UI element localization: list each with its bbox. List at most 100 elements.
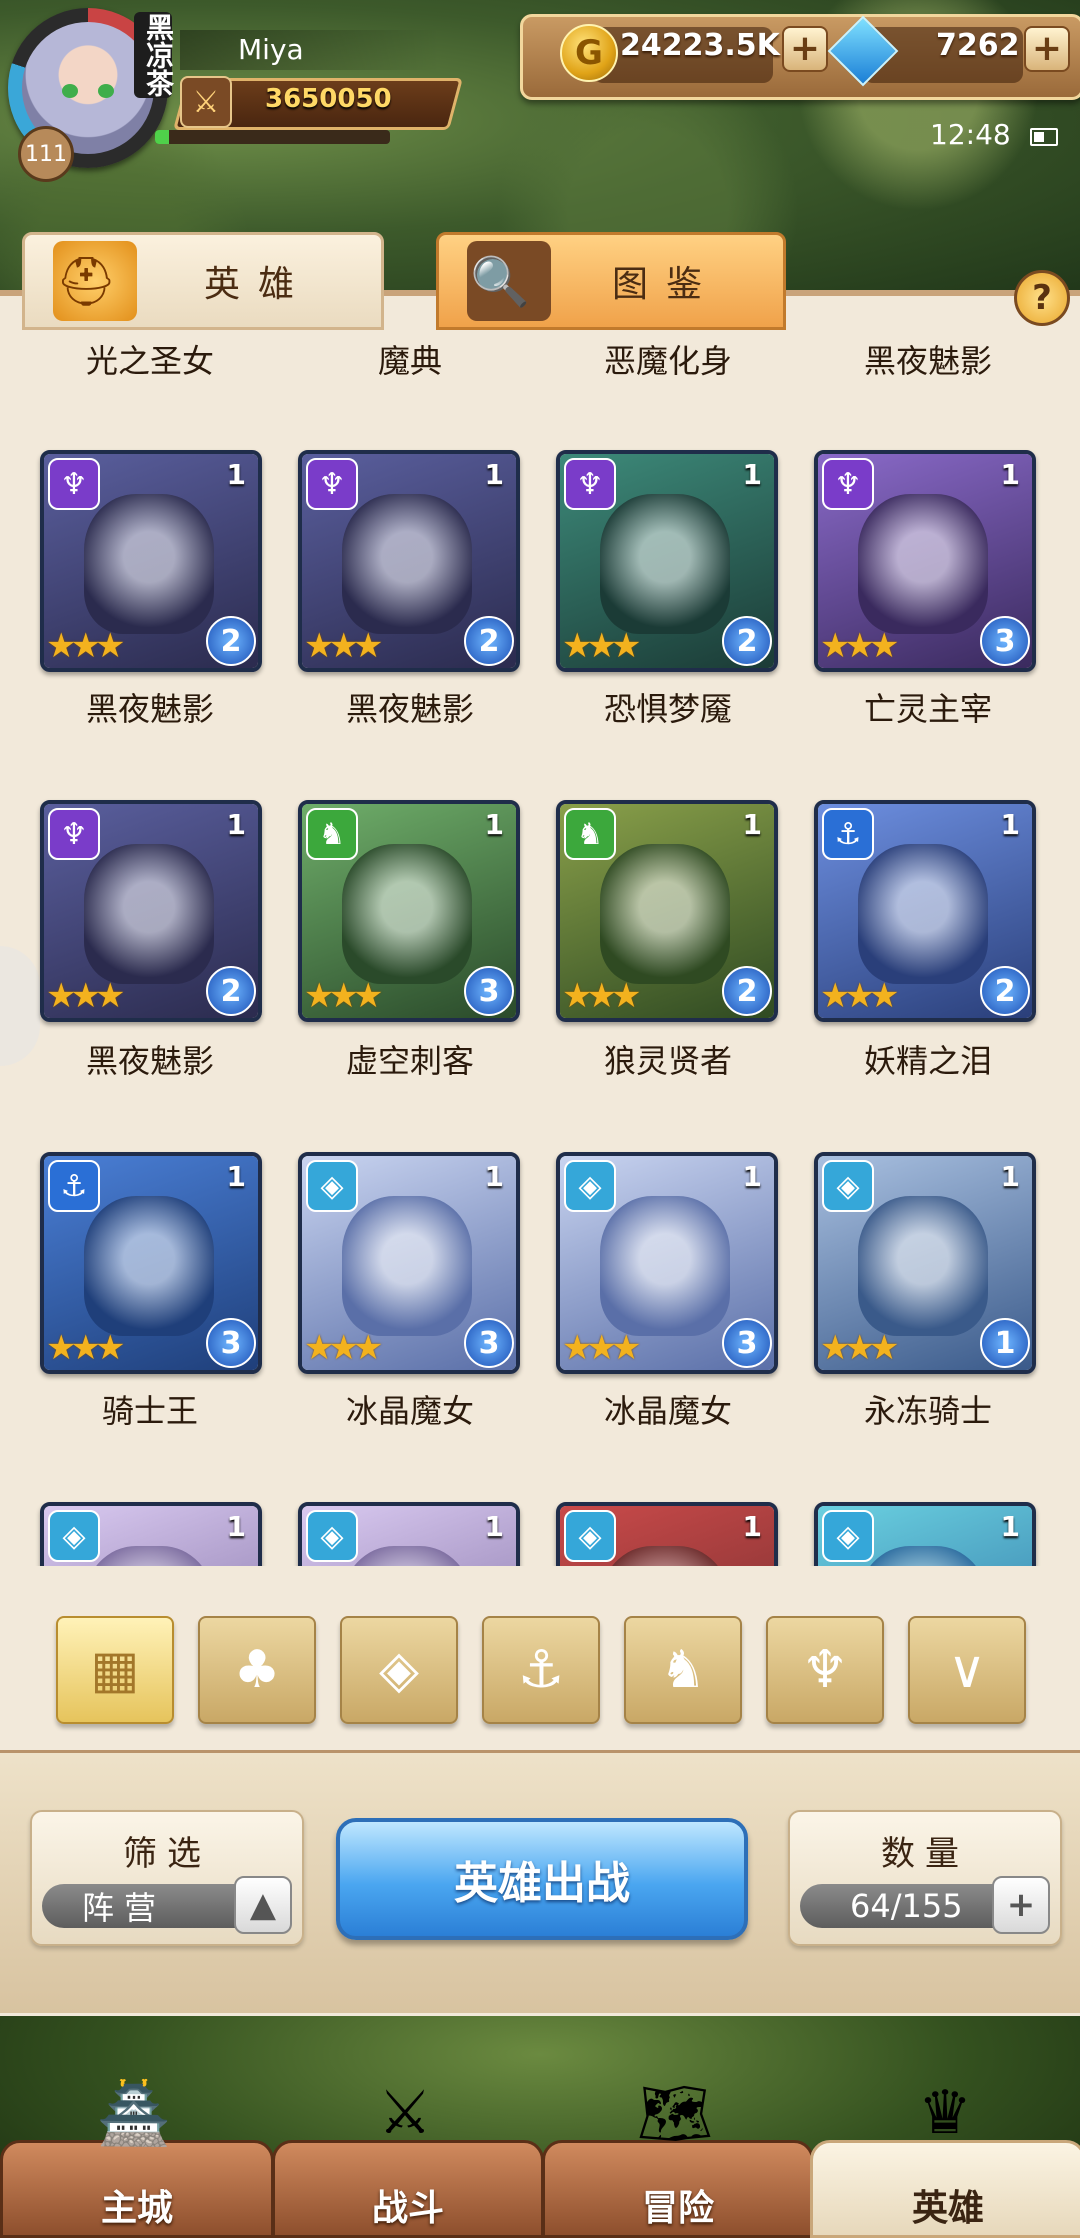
- hero-card[interactable]: ♞ 1 ★★★ 2: [556, 800, 778, 1022]
- hero-count: 1: [1000, 808, 1020, 841]
- help-button[interactable]: ?: [1014, 270, 1070, 326]
- filter-beast-button[interactable]: ♞: [624, 1616, 742, 1724]
- filter-shadow-button[interactable]: ∨: [908, 1616, 1026, 1724]
- nav-label: 冒险: [641, 2188, 714, 2229]
- ice-faction-icon: ◈: [822, 1510, 874, 1562]
- hero-card[interactable]: ◈ 1: [40, 1502, 262, 1566]
- star-rating-icon: ★★★: [820, 626, 899, 666]
- player-level-badge: 111: [18, 126, 74, 182]
- exp-bar: [155, 130, 390, 144]
- avatar-eye-right: [98, 84, 114, 98]
- filter-demon-button[interactable]: ♆: [766, 1616, 884, 1724]
- filter-ocean-button[interactable]: ⚓: [482, 1616, 600, 1724]
- nav-label: 英雄: [911, 2188, 984, 2229]
- hero-name: 骑士王: [101, 1392, 198, 1430]
- hero-face: [342, 494, 472, 634]
- tab-heroes[interactable]: ⛑ 英雄: [22, 232, 384, 330]
- hero-name: 狼灵贤者: [603, 1042, 732, 1080]
- hero-count: 1: [742, 808, 762, 841]
- hero-name: 黑夜魅影: [85, 1042, 214, 1080]
- demon-faction-icon: ♆: [822, 458, 874, 510]
- filter-box: 筛选 阵营 ▲: [30, 1810, 304, 1946]
- filter-forest-button[interactable]: ♣: [198, 1616, 316, 1724]
- star-rating-icon: ★★★: [562, 626, 641, 666]
- add-gold-button[interactable]: +: [782, 26, 828, 72]
- star-rating-icon: ★★★: [304, 976, 383, 1016]
- hero-name: 亡灵主宰: [863, 690, 992, 728]
- demon-faction-icon: ♆: [564, 458, 616, 510]
- power-value: 3650050: [265, 84, 392, 114]
- hero-count: 1: [742, 1510, 762, 1543]
- hero-card[interactable]: ◈ 1 ★★★ 3: [556, 1152, 778, 1374]
- ice-faction-icon: ◈: [564, 1160, 616, 1212]
- magnifier-book-icon: 🔍: [467, 241, 551, 321]
- ice-faction-icon: ◈: [306, 1160, 358, 1212]
- hero-card[interactable]: ◈ 1: [556, 1502, 778, 1566]
- avatar-eye-left: [62, 84, 78, 98]
- hero-count: 1: [1000, 1160, 1020, 1193]
- filter-toggle-button[interactable]: ▲: [234, 1876, 292, 1934]
- hero-card[interactable]: ◈ 1 ★★★ 1: [814, 1152, 1036, 1374]
- hero-grade-badge: 2: [206, 966, 256, 1016]
- tab-codex[interactable]: 🔍 图鉴: [436, 232, 786, 330]
- hero-card[interactable]: ♆ 1 ★★★ 2: [40, 800, 262, 1022]
- demon-faction-icon: ♆: [48, 458, 100, 510]
- filter-ice-button[interactable]: ◈: [340, 1616, 458, 1724]
- expand-capacity-button[interactable]: +: [992, 1876, 1050, 1934]
- hero-count: 1: [1000, 1510, 1020, 1543]
- hero-card[interactable]: ♆ 1 ★★★ 2: [556, 450, 778, 672]
- hero-face: [858, 494, 988, 634]
- crossed-swords-icon: ⚔: [180, 76, 232, 128]
- hero-name: 虚空刺客: [345, 1042, 474, 1080]
- hero-count: 1: [484, 1510, 504, 1543]
- hero-face: [342, 1196, 472, 1336]
- nav-emblem-icon: ♛: [918, 2078, 972, 2148]
- hero-card[interactable]: ⚓ 1 ★★★ 3: [40, 1152, 262, 1374]
- hero-name: 光之圣女: [85, 342, 214, 380]
- add-gems-button[interactable]: +: [1024, 26, 1070, 72]
- hero-card[interactable]: ♆ 1 ★★★ 2: [298, 450, 520, 672]
- star-rating-icon: ★★★: [46, 1328, 125, 1368]
- hero-count: 1: [484, 458, 504, 491]
- guild-name-badge: 黑凉茶: [134, 12, 175, 98]
- demon-faction-icon: ♆: [306, 458, 358, 510]
- star-rating-icon: ★★★: [304, 1328, 383, 1368]
- hero-count: 1: [484, 808, 504, 841]
- hero-face: [600, 1196, 730, 1336]
- gold-coin-icon: G: [560, 24, 618, 82]
- hero-card[interactable]: ♆ 1 ★★★ 3: [814, 450, 1036, 672]
- beast-faction-icon: ♞: [564, 808, 616, 860]
- hero-grade-badge: 3: [464, 1318, 514, 1368]
- hero-card[interactable]: ◈ 1: [298, 1502, 520, 1566]
- hero-name: 黑夜魅影: [85, 690, 214, 728]
- hero-face: [84, 844, 214, 984]
- hero-name: 恐惧梦魇: [603, 690, 732, 728]
- hero-name: 妖精之泪: [863, 1042, 992, 1080]
- hero-card[interactable]: ◈ 1: [814, 1502, 1036, 1566]
- hero-face: [600, 844, 730, 984]
- tab-codex-label: 图鉴: [611, 264, 720, 305]
- knight-helmet-icon: ⛑: [53, 241, 137, 321]
- hero-card[interactable]: ◈ 1 ★★★ 3: [298, 1152, 520, 1374]
- hero-card[interactable]: ♞ 1 ★★★ 3: [298, 800, 520, 1022]
- ice-faction-icon: ◈: [564, 1510, 616, 1562]
- ice-faction-icon: ◈: [306, 1510, 358, 1562]
- hero-card[interactable]: ⚓ 1 ★★★ 2: [814, 800, 1036, 1022]
- exp-fill: [155, 130, 170, 144]
- deploy-heroes-button[interactable]: 英雄出战: [336, 1818, 748, 1940]
- faction-filter-row: ▦ ♣ ◈ ⚓ ♞ ♆ ∨: [0, 1616, 1080, 1726]
- hero-grade-badge: 3: [464, 966, 514, 1016]
- star-rating-icon: ★★★: [46, 626, 125, 666]
- hero-card[interactable]: ♆ 1 ★★★ 2: [40, 450, 262, 672]
- filter-all-button[interactable]: ▦: [56, 1616, 174, 1724]
- hero-grade-badge: 2: [206, 616, 256, 666]
- hero-face: [84, 494, 214, 634]
- hero-face: [858, 844, 988, 984]
- nav-label: 主城: [100, 2188, 173, 2229]
- gold-amount: 24223.5K: [620, 28, 780, 63]
- hero-name: 黑夜魅影: [863, 342, 992, 380]
- hero-count: 1: [1000, 458, 1020, 491]
- hero-face: [858, 1196, 988, 1336]
- hero-name: 冰晶魔女: [603, 1392, 732, 1430]
- hero-count: 1: [226, 458, 246, 491]
